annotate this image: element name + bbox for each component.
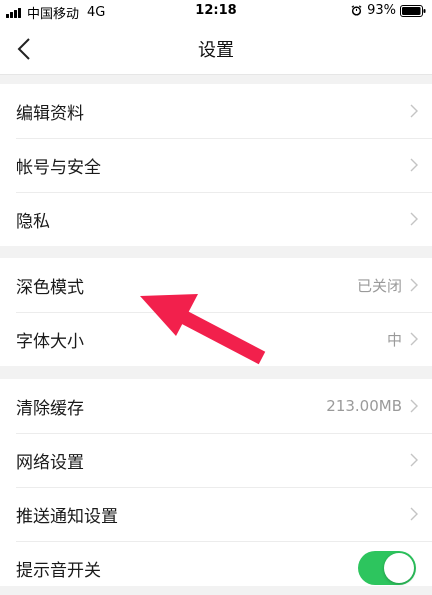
signal-icon [6, 7, 22, 18]
chevron-right-icon [410, 212, 418, 226]
status-left: 中国移动 4G [6, 3, 105, 22]
row-push-notification[interactable]: 推送通知设置 [0, 487, 432, 541]
page-title: 设置 [198, 40, 234, 61]
row-value: 中 [386, 330, 402, 349]
row-value: 已关闭 [356, 276, 402, 295]
row-label: 深色模式 [16, 277, 84, 298]
row-label: 网络设置 [16, 452, 84, 473]
row-value: 213.00MB [326, 397, 402, 415]
status-bar: 中国移动 4G 12:18 93% [0, 0, 432, 22]
chevron-right-icon [410, 104, 418, 118]
chevron-right-icon [410, 158, 418, 172]
battery-icon [400, 4, 426, 17]
row-label: 推送通知设置 [16, 506, 118, 527]
row-label: 字体大小 [16, 331, 84, 352]
chevron-right-icon [410, 278, 418, 292]
row-sound-toggle: 提示音开关 [0, 541, 432, 595]
row-label: 编辑资料 [16, 103, 84, 124]
row-network-settings[interactable]: 网络设置 [0, 433, 432, 487]
chevron-right-icon [410, 399, 418, 413]
carrier-name: 中国移动 [27, 7, 80, 22]
row-label: 提示音开关 [16, 560, 101, 581]
settings-group-display: 深色模式 已关闭 字体大小 中 [0, 258, 432, 366]
row-edit-profile[interactable]: 编辑资料 [0, 84, 432, 138]
row-clear-cache[interactable]: 清除缓存 213.00MB [0, 379, 432, 433]
chevron-right-icon [410, 332, 418, 346]
row-dark-mode[interactable]: 深色模式 已关闭 [0, 258, 432, 312]
row-label: 帐号与安全 [16, 157, 101, 178]
settings-group-general: 清除缓存 213.00MB 网络设置 推送通知设置 提示音开关 [0, 379, 432, 586]
nav-bar: 设置 [0, 22, 432, 75]
chevron-right-icon [410, 453, 418, 467]
row-account-security[interactable]: 帐号与安全 [0, 138, 432, 192]
chevron-right-icon [410, 507, 418, 521]
settings-group-account: 编辑资料 帐号与安全 隐私 [0, 84, 432, 246]
row-privacy[interactable]: 隐私 [0, 192, 432, 246]
sound-toggle-switch[interactable] [358, 551, 416, 585]
battery-percent: 93% [367, 3, 396, 18]
status-right: 93% [351, 3, 426, 18]
network-type: 4G [87, 5, 106, 20]
alarm-icon [351, 5, 362, 16]
row-label: 清除缓存 [16, 398, 84, 419]
toggle-knob [384, 553, 414, 583]
row-label: 隐私 [16, 211, 50, 232]
row-font-size[interactable]: 字体大小 中 [0, 312, 432, 366]
